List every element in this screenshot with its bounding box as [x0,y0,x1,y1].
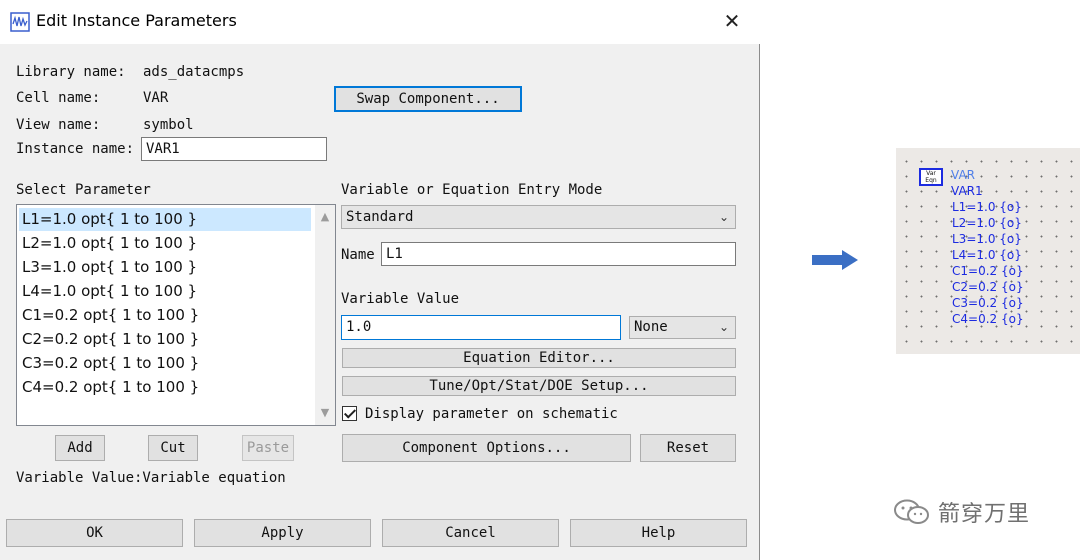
parameter-item-l4[interactable]: L4=1.0 opt{ 1 to 100 } [19,280,311,303]
schematic-param-line: L2=1.0 {o} [952,216,1022,230]
title-bar[interactable]: Edit Instance Parameters ✕ [0,0,760,44]
scroll-down-icon[interactable]: ▼ [315,404,335,422]
tune-opt-stat-doe-setup-button[interactable]: Tune/Opt/Stat/DOE Setup... [342,376,736,396]
schematic-param-line: C2=0.2 {o} [952,280,1024,294]
schematic-param-line: L4=1.0 {o} [952,248,1022,262]
symbol-line-2: Eqn [925,177,937,184]
apply-button[interactable]: Apply [194,519,371,547]
schematic-canvas: Var Eqn VAR VAR1 L1=1.0 {o} L2=1.0 {o} L… [896,148,1080,354]
name-label: Name [341,247,375,263]
entry-mode-label: Variable or Equation Entry Mode [341,182,603,198]
watermark-text: 箭穿万里 [938,502,1031,527]
variable-value-input[interactable]: 1.0 [341,315,621,340]
var-eqn-symbol[interactable]: Var Eqn [919,168,943,186]
parameter-item-c2[interactable]: C2=0.2 opt{ 1 to 100 } [19,328,311,351]
right-arrow-icon [812,250,858,270]
entry-mode-value: Standard [346,209,414,225]
component-options-button[interactable]: Component Options... [342,434,631,462]
symbol-line-1: Var [926,170,936,177]
schematic-param-line: C1=0.2 {o} [952,264,1024,278]
schematic-component-name: VAR [951,168,975,182]
status-text: Variable Value:Variable equation [16,470,286,486]
unit-select[interactable]: None ⌄ [629,316,736,339]
edit-instance-parameters-dialog: Edit Instance Parameters ✕ Library name:… [0,0,760,560]
parameter-item-c1[interactable]: C1=0.2 opt{ 1 to 100 } [19,304,311,327]
chevron-down-icon: ⌄ [718,320,729,334]
app-waveform-icon [10,12,30,32]
parameter-item-l2[interactable]: L2=1.0 opt{ 1 to 100 } [19,232,311,255]
wechat-logo-icon [894,499,929,524]
parameter-item-l3[interactable]: L3=1.0 opt{ 1 to 100 } [19,256,311,279]
cell-name-value: VAR [143,90,169,106]
display-parameter-label: Display parameter on schematic [365,406,618,422]
parameter-list-scrollbar[interactable]: ▲ ▼ [315,205,335,425]
close-icon[interactable]: ✕ [720,8,744,34]
select-parameter-label: Select Parameter [16,182,151,198]
swap-component-button[interactable]: Swap Component... [334,86,522,112]
parameter-item-c3[interactable]: C3=0.2 opt{ 1 to 100 } [19,352,311,375]
schematic-param-line: C4=0.2 {o} [952,312,1024,326]
paste-button[interactable]: Paste [242,435,294,461]
parameter-item-c4[interactable]: C4=0.2 opt{ 1 to 100 } [19,376,311,399]
schematic-param-line: C3=0.2 {o} [952,296,1024,310]
display-parameter-checkbox[interactable] [342,406,357,421]
cut-button[interactable]: Cut [148,435,198,461]
parameter-item-l1[interactable]: L1=1.0 opt{ 1 to 100 } [19,208,311,231]
reset-button[interactable]: Reset [640,434,736,462]
parameter-list[interactable]: L1=1.0 opt{ 1 to 100 } L2=1.0 opt{ 1 to … [16,204,336,426]
library-name-label: Library name: [16,64,126,80]
cell-name-label: Cell name: [16,90,101,106]
schematic-param-line: L3=1.0 {o} [952,232,1022,246]
view-name-label: View name: [16,117,101,133]
cancel-button[interactable]: Cancel [382,519,559,547]
variable-value-label: Variable Value [341,291,460,307]
instance-name-input[interactable]: VAR1 [141,137,327,161]
entry-mode-select[interactable]: Standard ⌄ [341,205,736,229]
schematic-param-line: L1=1.0 {o} [952,200,1022,214]
help-button[interactable]: Help [570,519,747,547]
equation-editor-button[interactable]: Equation Editor... [342,348,736,368]
unit-value: None [634,319,668,335]
name-input[interactable]: L1 [381,242,736,266]
ok-button[interactable]: OK [6,519,183,547]
schematic-instance-name: VAR1 [951,184,983,198]
scroll-up-icon[interactable]: ▲ [315,208,335,226]
view-name-value: symbol [143,117,194,133]
add-button[interactable]: Add [55,435,105,461]
instance-name-label: Instance name: [16,141,135,157]
chevron-down-icon: ⌄ [718,210,729,224]
library-name-value: ads_datacmps [143,64,245,80]
dialog-title: Edit Instance Parameters [36,11,237,30]
